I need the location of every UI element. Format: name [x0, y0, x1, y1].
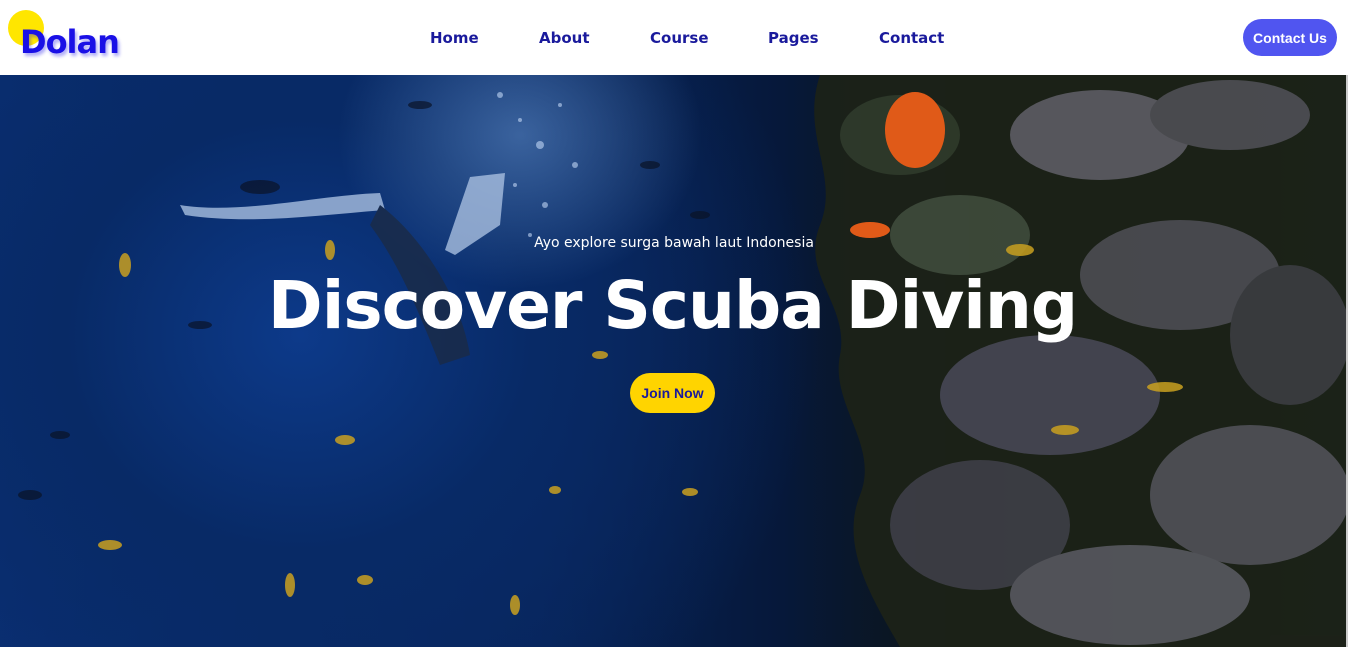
nav-link-about[interactable]: About — [539, 29, 590, 47]
navbar: Dolan Home About Course Pages Contact Co… — [0, 0, 1348, 75]
nav-link-contact[interactable]: Contact — [879, 29, 944, 47]
nav-link-course[interactable]: Course — [650, 29, 709, 47]
main-nav: Home About Course Pages Contact — [0, 0, 1348, 75]
hero-content: Ayo explore surga bawah laut Indonesia D… — [0, 75, 1348, 647]
nav-link-pages[interactable]: Pages — [768, 29, 819, 47]
hero-subtitle: Ayo explore surga bawah laut Indonesia — [534, 235, 814, 251]
hero-title: Discover Scuba Diving — [267, 267, 1078, 344]
contact-us-button[interactable]: Contact Us — [1243, 19, 1337, 56]
join-now-button[interactable]: Join Now — [630, 373, 715, 413]
hero-section: Ayo explore surga bawah laut Indonesia D… — [0, 75, 1348, 647]
nav-link-home[interactable]: Home — [430, 29, 479, 47]
